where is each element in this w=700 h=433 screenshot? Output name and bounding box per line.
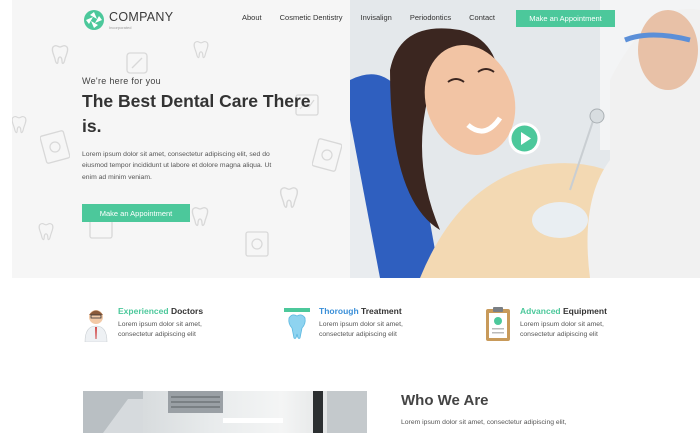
tooth-doodle-icon [51, 45, 69, 65]
tooth-brush-icon [284, 308, 310, 339]
dental-chart-doodle-icon [40, 130, 70, 164]
tooth-doodle-icon [38, 223, 54, 241]
brand-tagline: Incorporated [109, 25, 132, 30]
tooth-doodle-icon [12, 116, 27, 134]
brand-logo[interactable]: COMPANY Incorporated [84, 9, 173, 30]
toothbrush-doodle-icon [126, 52, 148, 74]
nav-cosmetic-dentistry[interactable]: Cosmetic Dentistry [280, 13, 343, 22]
feature-doctors-desc: Lorem ipsum dolor sit amet, consectetur … [118, 321, 202, 339]
feature-equipment-accent: Advanced [520, 306, 561, 316]
brand-name: COMPANY [109, 10, 174, 24]
nav-appointment-button[interactable]: Make an Appointment [516, 10, 615, 27]
feature-treatment-accent: Thorough [319, 306, 359, 316]
feature-treatment: Thorough Treatment Lorem ipsum dolor sit… [284, 306, 431, 342]
clinic-interior [83, 391, 367, 433]
feature-treatment-desc: Lorem ipsum dolor sit amet, consectetur … [319, 321, 403, 339]
main-nav: About Cosmetic Dentistry Invisalign Peri… [242, 13, 513, 22]
monitor-doodle-icon [245, 231, 269, 257]
hero-panel [12, 0, 350, 278]
nav-contact[interactable]: Contact [469, 13, 495, 22]
about-photo [83, 391, 367, 433]
hero-appointment-button[interactable]: Make an Appointment [82, 204, 190, 222]
hero-headline: The Best Dental Care There is. [82, 91, 311, 136]
hero-eyebrow: We're here for you [82, 76, 161, 86]
play-icon[interactable] [508, 122, 541, 155]
tooth-doodle-icon [279, 187, 299, 208]
aperture-logo-icon [84, 9, 104, 30]
feature-doctors-title: Doctors [170, 306, 204, 316]
nav-periodontics[interactable]: Periodontics [410, 13, 451, 22]
feature-doctors-accent: Experienced [118, 306, 169, 316]
nav-invisalign[interactable]: Invisalign [361, 13, 392, 22]
feature-equipment: Advanced Equipment Lorem ipsum dolor sit… [485, 306, 632, 342]
dental-chart-doodle-icon [312, 138, 342, 172]
tooth-doodle-icon [193, 41, 209, 59]
feature-treatment-title: Treatment [361, 306, 402, 316]
tooth-doodle-icon [191, 207, 209, 227]
feature-doctors: Experienced Doctors Lorem ipsum dolor si… [83, 306, 230, 342]
nav-about[interactable]: About [242, 13, 262, 22]
about-title: Who We Are [401, 392, 489, 409]
clipboard-icon [486, 307, 510, 341]
feature-equipment-desc: Lorem ipsum dolor sit amet, consectetur … [520, 321, 604, 339]
feature-equipment-title: Equipment [563, 306, 607, 316]
hero-lead: Lorem ipsum dolor sit amet, consectetur … [82, 151, 272, 181]
doctor-icon [84, 310, 108, 342]
about-text: Lorem ipsum dolor sit amet, consectetur … [401, 419, 567, 426]
